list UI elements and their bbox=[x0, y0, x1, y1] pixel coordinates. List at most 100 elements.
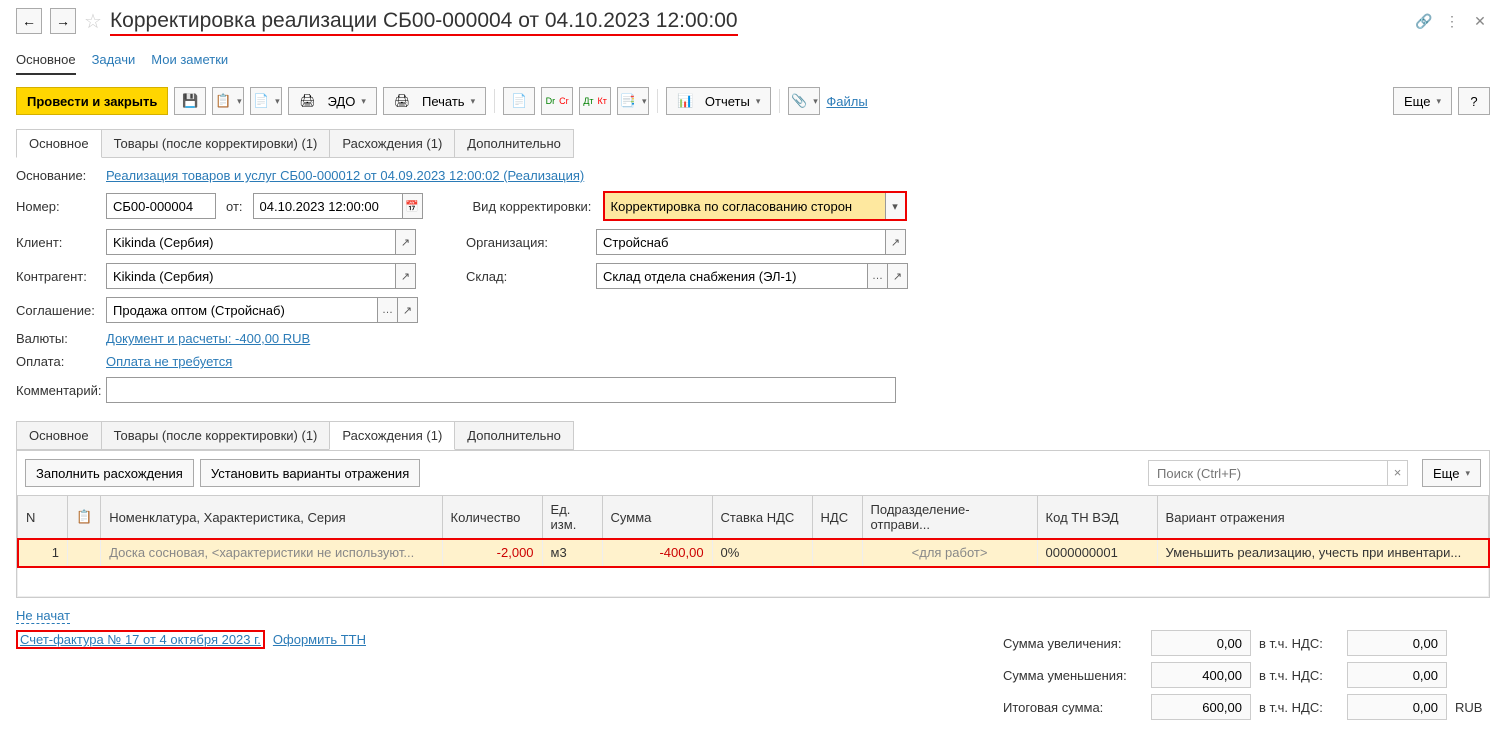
col-unit[interactable]: Ед. изм. bbox=[542, 496, 602, 539]
table-row[interactable]: 1 Доска сосновая, <характеристики не исп… bbox=[18, 539, 1489, 567]
client-input[interactable] bbox=[106, 229, 396, 255]
cell-dept: <для работ> bbox=[862, 539, 1037, 567]
reports-button[interactable]: 📊 Отчеты▾ bbox=[666, 87, 771, 115]
cell-tnved: 0000000001 bbox=[1037, 539, 1157, 567]
edo-button[interactable]: 🖨 ЭДО▾ bbox=[288, 87, 377, 115]
col-qty[interactable]: Количество bbox=[442, 496, 542, 539]
sum-inc-label: Сумма увеличения: bbox=[1003, 636, 1143, 651]
attach-button[interactable]: 📎▾ bbox=[788, 87, 820, 115]
drcr-icon: Dr bbox=[546, 96, 556, 106]
sum-dec-label: Сумма уменьшения: bbox=[1003, 668, 1143, 683]
total-field bbox=[1151, 694, 1251, 720]
favorite-star-icon[interactable]: ☆ bbox=[84, 9, 102, 34]
formtab-goods-top[interactable]: Товары (после корректировки) (1) bbox=[101, 129, 331, 158]
contractor-input[interactable] bbox=[106, 263, 396, 289]
print-button[interactable]: 🖨 Печать▾ bbox=[383, 87, 486, 115]
fill-diff-button[interactable]: Заполнить расхождения bbox=[25, 459, 194, 487]
comment-input[interactable] bbox=[106, 377, 896, 403]
drcr1-button[interactable]: DrCr bbox=[541, 87, 573, 115]
help-button[interactable]: ? bbox=[1458, 87, 1490, 115]
formtab-main-bot[interactable]: Основное bbox=[16, 421, 102, 450]
col-sum[interactable]: Сумма bbox=[602, 496, 712, 539]
doc-icon: 📄 bbox=[511, 93, 527, 109]
edo-icon: 🖨 bbox=[299, 93, 316, 109]
open-icon[interactable]: ↗ bbox=[398, 297, 418, 323]
payment-link[interactable]: Оплата не требуется bbox=[106, 354, 232, 369]
cell-unit: м3 bbox=[542, 539, 602, 567]
col-dept[interactable]: Подразделение-отправи... bbox=[862, 496, 1037, 539]
agreement-input[interactable] bbox=[106, 297, 378, 323]
not-started-link[interactable]: Не начат bbox=[16, 608, 70, 624]
set-variants-button[interactable]: Установить варианты отражения bbox=[200, 459, 420, 487]
comment-label: Комментарий: bbox=[16, 383, 106, 398]
formtab-main-top[interactable]: Основное bbox=[16, 129, 102, 158]
ellipsis-icon[interactable]: … bbox=[378, 297, 398, 323]
cell-vatrate: 0% bbox=[712, 539, 812, 567]
nav-forward-button[interactable]: → bbox=[50, 8, 76, 34]
section-tabs: Основное Задачи Мои заметки bbox=[0, 42, 1506, 79]
formtab-diff-top[interactable]: Расхождения (1) bbox=[329, 129, 455, 158]
open-icon[interactable]: ↗ bbox=[888, 263, 908, 289]
ellipsis-icon[interactable]: … bbox=[868, 263, 888, 289]
more-button[interactable]: Еще▾ bbox=[1393, 87, 1452, 115]
cell-vat bbox=[812, 539, 862, 567]
number-input[interactable] bbox=[106, 193, 216, 219]
footer: Не начат Счет-фактура № 17 от 4 октября … bbox=[0, 598, 1506, 736]
col-vat[interactable]: НДС bbox=[812, 496, 862, 539]
col-vatrate[interactable]: Ставка НДС bbox=[712, 496, 812, 539]
date-input[interactable] bbox=[253, 193, 403, 219]
doc1-button[interactable]: 📄 bbox=[503, 87, 535, 115]
col-tnved[interactable]: Код ТН ВЭД bbox=[1037, 496, 1157, 539]
post-icon: 📋 bbox=[215, 93, 231, 109]
total-label: Итоговая сумма: bbox=[1003, 700, 1143, 715]
create-based-button[interactable]: 📄▾ bbox=[250, 87, 282, 115]
col-n[interactable]: N bbox=[18, 496, 68, 539]
dropdown-icon[interactable]: ▾ bbox=[885, 193, 905, 219]
save-button[interactable]: 💾 bbox=[174, 87, 206, 115]
tab-main[interactable]: Основное bbox=[16, 46, 76, 75]
nav-back-button[interactable]: ← bbox=[16, 8, 42, 34]
search-clear-icon[interactable]: × bbox=[1388, 460, 1408, 486]
open-icon[interactable]: ↗ bbox=[886, 229, 906, 255]
totals-block: Сумма увеличения: в т.ч. НДС: Сумма умен… bbox=[1003, 630, 1490, 726]
more-menu-icon[interactable]: ⋮ bbox=[1442, 11, 1462, 31]
vat-inc-field bbox=[1347, 630, 1447, 656]
close-icon[interactable]: ✕ bbox=[1470, 11, 1490, 31]
formtab-extra-top[interactable]: Дополнительно bbox=[454, 129, 574, 158]
post-and-close-button[interactable]: Провести и закрыть bbox=[16, 87, 168, 115]
diff-table-area: Заполнить расхождения Установить вариант… bbox=[16, 450, 1490, 598]
main-toolbar: Провести и закрыть 💾 📋▾ 📄▾ 🖨 ЭДО▾ 🖨 Печа… bbox=[0, 79, 1506, 123]
org-label: Организация: bbox=[466, 235, 596, 250]
save-icon: 💾 bbox=[182, 93, 198, 109]
table-more-button[interactable]: Еще▾ bbox=[1422, 459, 1481, 487]
basis-link[interactable]: Реализация товаров и услуг СБ00-000012 о… bbox=[106, 168, 584, 183]
warehouse-input[interactable] bbox=[596, 263, 868, 289]
currency-link[interactable]: Документ и расчеты: -400,00 RUB bbox=[106, 331, 310, 346]
table-search-input[interactable] bbox=[1148, 460, 1388, 486]
invoice-link[interactable]: Счет-фактура № 17 от 4 октября 2023 г. bbox=[20, 632, 261, 647]
cell-sum: -400,00 bbox=[602, 539, 712, 567]
diff-table: N 📋 Номенклатура, Характеристика, Серия … bbox=[17, 495, 1489, 597]
files-link[interactable]: Файлы bbox=[826, 94, 867, 109]
link-icon[interactable]: 🔗 bbox=[1414, 11, 1434, 31]
col-variant[interactable]: Вариант отражения bbox=[1157, 496, 1488, 539]
formtab-extra-bot[interactable]: Дополнительно bbox=[454, 421, 574, 450]
formtab-goods-bot[interactable]: Товары (после корректировки) (1) bbox=[101, 421, 331, 450]
tab-notes[interactable]: Мои заметки bbox=[151, 46, 228, 75]
col-nomenclature[interactable]: Номенклатура, Характеристика, Серия bbox=[101, 496, 442, 539]
calendar-icon[interactable]: 📅 bbox=[403, 193, 423, 219]
tab-tasks[interactable]: Задачи bbox=[92, 46, 136, 75]
col-icon[interactable]: 📋 bbox=[68, 496, 101, 539]
open-icon[interactable]: ↗ bbox=[396, 263, 416, 289]
open-icon[interactable]: ↗ bbox=[396, 229, 416, 255]
drcr2-button[interactable]: ДтКт bbox=[579, 87, 611, 115]
ttn-link[interactable]: Оформить ТТН bbox=[273, 632, 366, 647]
post-button[interactable]: 📋▾ bbox=[212, 87, 244, 115]
vat-dec-label: в т.ч. НДС: bbox=[1259, 668, 1339, 683]
corr-type-label: Вид корректировки: bbox=[473, 199, 603, 214]
org-input[interactable] bbox=[596, 229, 886, 255]
doc2-button[interactable]: 📑▾ bbox=[617, 87, 649, 115]
paste-icon: 📋 bbox=[76, 509, 92, 524]
formtab-diff-bot[interactable]: Расхождения (1) bbox=[329, 421, 455, 450]
corr-type-select[interactable] bbox=[605, 193, 885, 219]
